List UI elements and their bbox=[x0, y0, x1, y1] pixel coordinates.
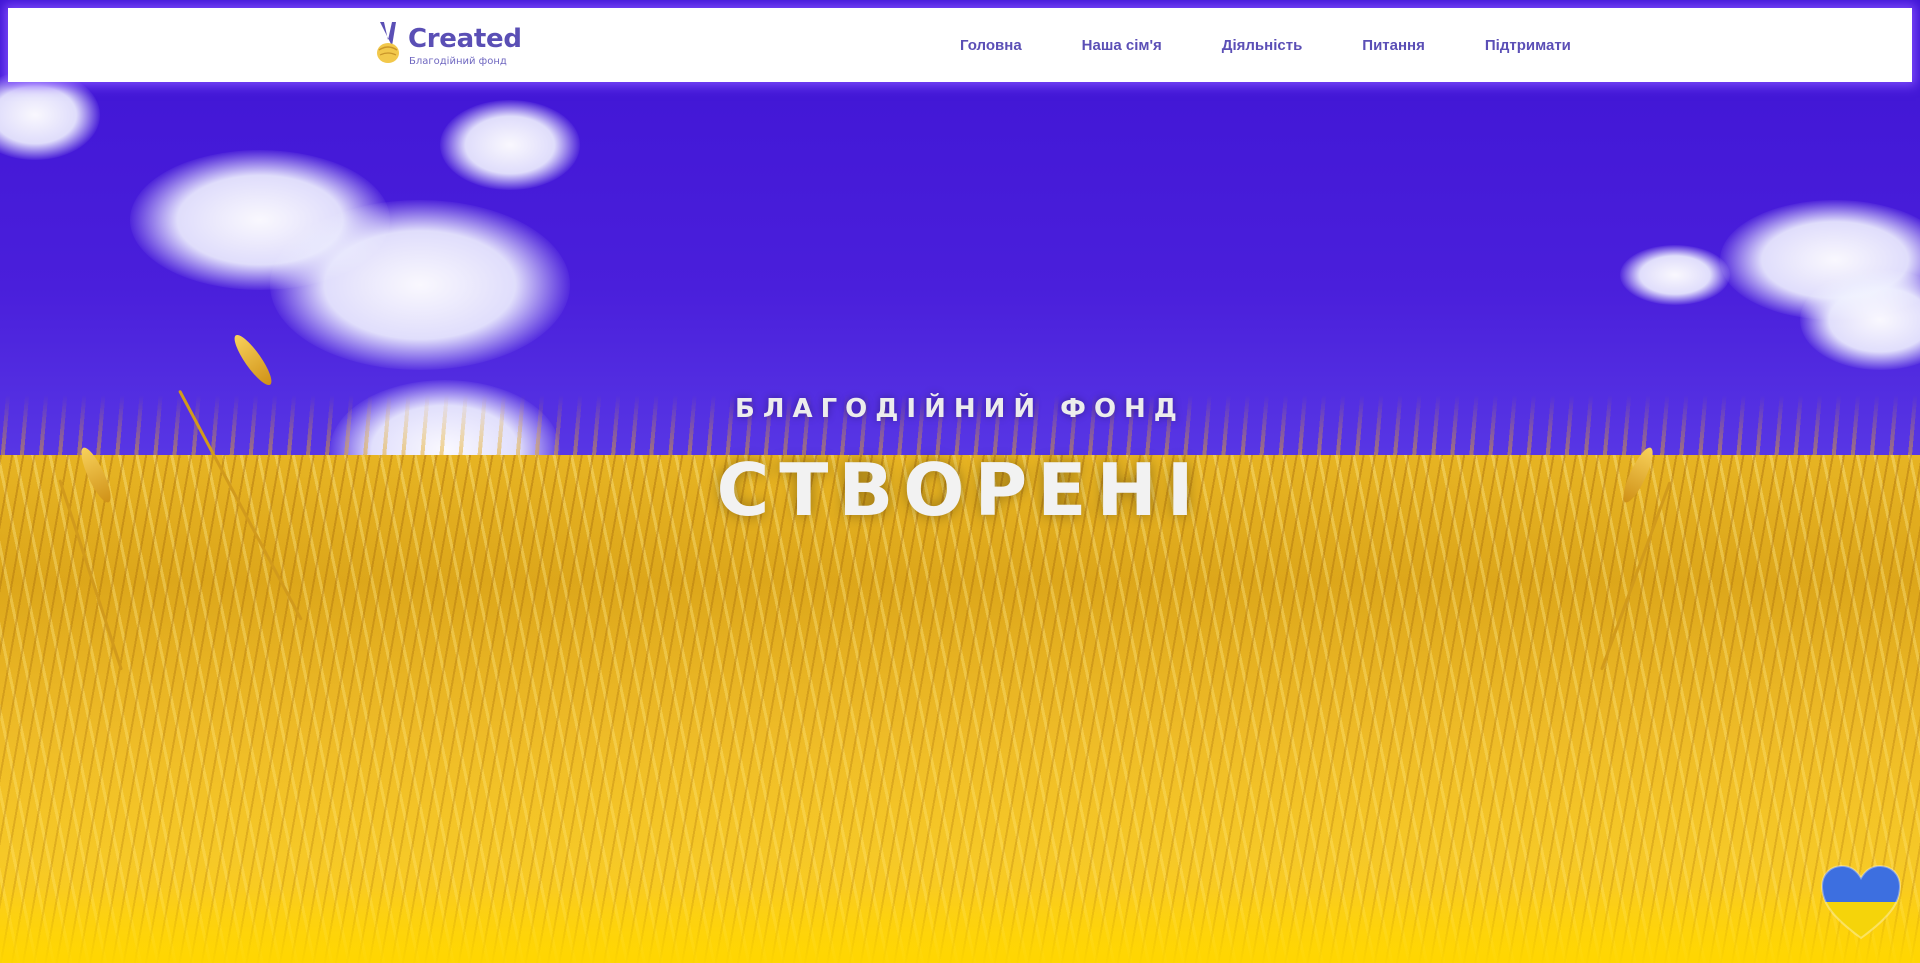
nav-item-home[interactable]: Головна bbox=[960, 37, 1022, 54]
nav-item-support[interactable]: Підтримати bbox=[1485, 37, 1571, 54]
cloud-shape bbox=[270, 200, 570, 370]
hero-subtitle: БЛАГОДІЙНИЙ ФОНД bbox=[735, 394, 1185, 424]
cloud-shape bbox=[440, 100, 580, 190]
victory-hand-icon bbox=[377, 22, 399, 63]
ukraine-heart-button[interactable] bbox=[1820, 862, 1902, 942]
ukraine-heart-icon bbox=[1820, 864, 1902, 940]
wheat-ear bbox=[229, 330, 277, 390]
cloud-shape bbox=[0, 70, 100, 160]
nav-item-family[interactable]: Наша сім'я bbox=[1082, 37, 1162, 54]
logo[interactable]: Created Благодійний фонд bbox=[374, 20, 534, 68]
nav-item-questions[interactable]: Питання bbox=[1362, 37, 1425, 54]
cloud-shape bbox=[1620, 245, 1730, 305]
main-nav: Головна Наша сім'я Діяльність Питання Пі… bbox=[960, 8, 1571, 82]
hero-title: СТВОРЕНІ bbox=[716, 448, 1204, 532]
logo-subtitle: Благодійний фонд bbox=[409, 56, 507, 67]
logo-title: Created bbox=[408, 24, 522, 54]
site-header: Created Благодійний фонд Головна Наша сі… bbox=[8, 8, 1912, 82]
nav-item-activity[interactable]: Діяльність bbox=[1222, 37, 1303, 54]
